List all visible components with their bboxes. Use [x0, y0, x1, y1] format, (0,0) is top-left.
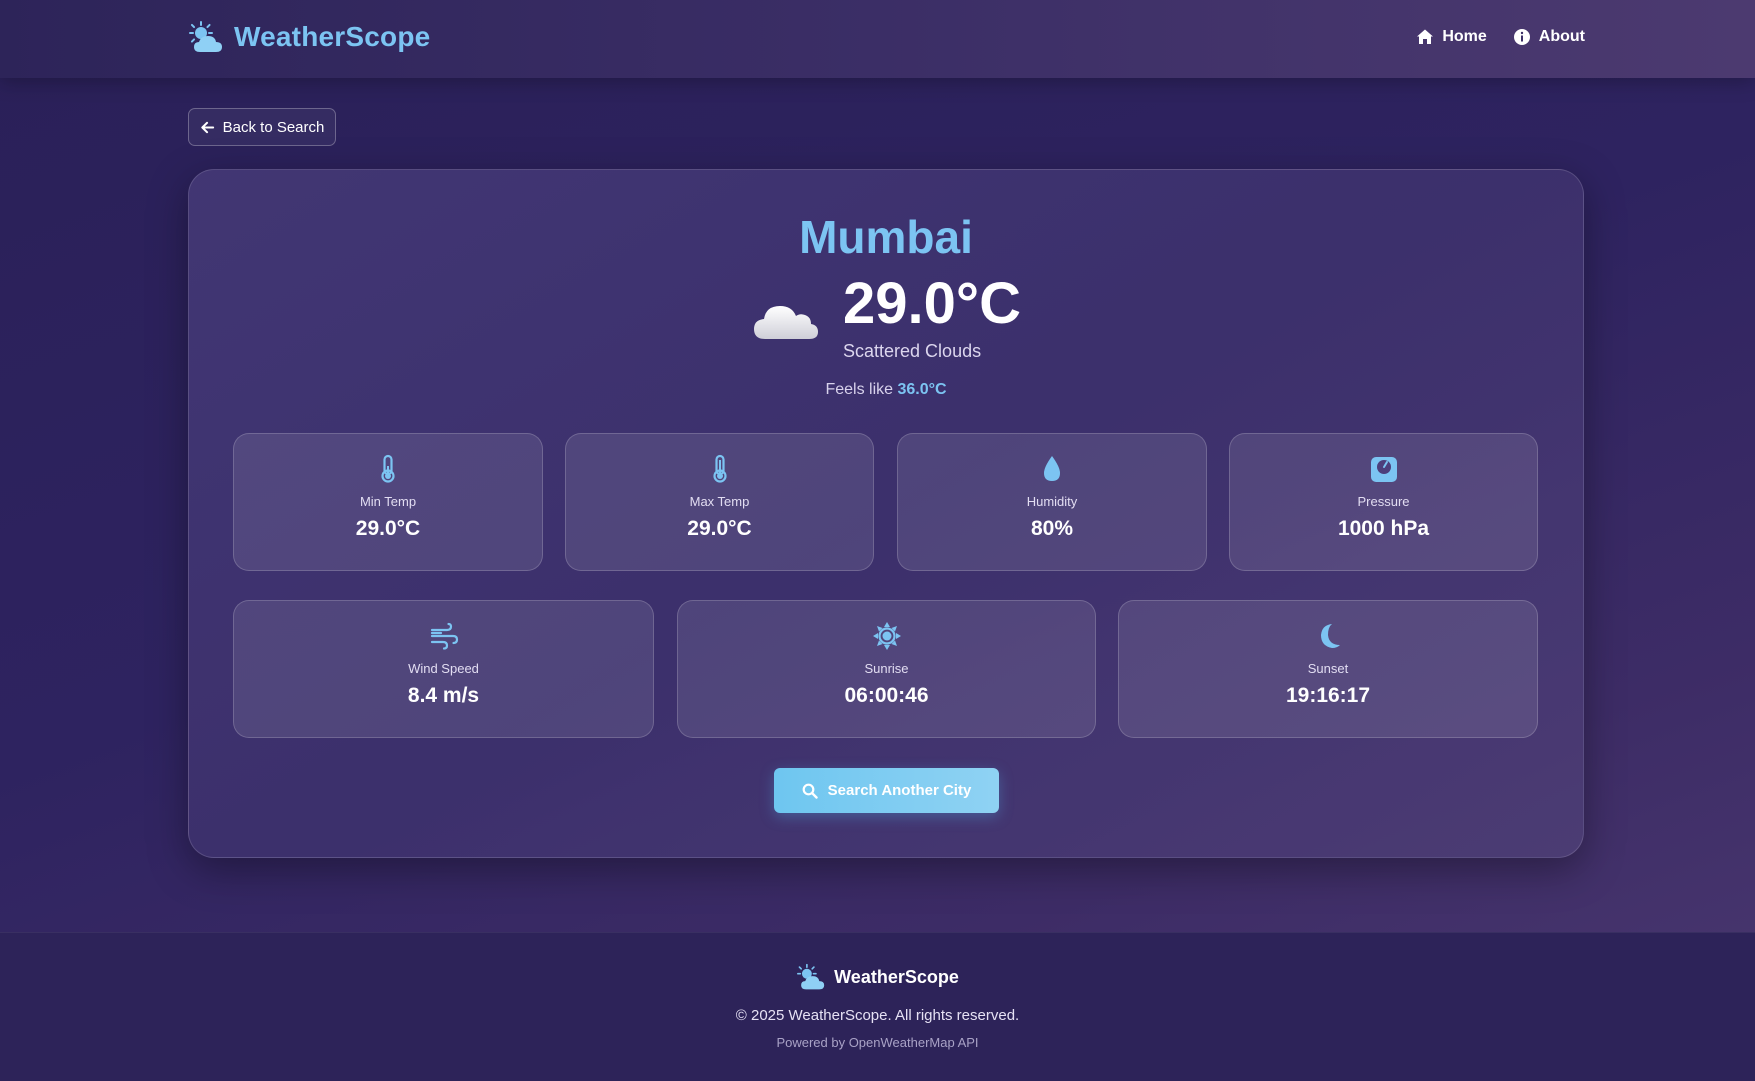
stat-card-sunset: Sunset 19:16:17	[1118, 600, 1538, 738]
footer-brand: WeatherScope	[0, 963, 1755, 991]
sun-cloud-icon	[189, 21, 222, 52]
brand-name: WeatherScope	[234, 21, 431, 52]
temperature-row: 29.0°C Scattered Clouds	[189, 275, 1583, 362]
footer-brand-name: WeatherScope	[834, 966, 959, 987]
nav-home-link[interactable]: Home	[1416, 28, 1487, 46]
stat-card-sunrise: Sunrise 06:00:46	[677, 600, 1096, 738]
stat-value: 80%	[1030, 517, 1074, 540]
stat-card-humidity: Humidity 80%	[897, 433, 1207, 571]
navbar: WeatherScope Home About	[0, 0, 1755, 78]
weather-card: Mumbai 29.0°C Scattered Clouds Feels lik…	[188, 169, 1584, 858]
stat-label: Max Temp	[689, 494, 750, 509]
brand-logo[interactable]: WeatherScope	[188, 20, 430, 54]
stat-value: 29.0°C	[687, 517, 752, 540]
feels-like-label: Feels like	[825, 381, 894, 398]
stat-label: Sunrise	[864, 661, 909, 676]
feels-like-value: 36.0°C	[897, 381, 947, 398]
city-name: Mumbai	[799, 211, 973, 263]
back-to-search-label: Back to Search	[222, 118, 325, 136]
stat-label: Humidity	[1026, 494, 1078, 509]
temperature-block: 29.0°C Scattered Clouds	[843, 275, 1021, 362]
stat-card-pressure: Pressure 1000 hPa	[1229, 433, 1538, 571]
nav-links: Home About	[1416, 28, 1585, 46]
feels-like: Feels like 36.0°C	[189, 381, 1583, 399]
gauge-icon	[1370, 457, 1397, 482]
stat-value: 29.0°C	[355, 517, 421, 540]
thermometer-icon	[381, 454, 395, 483]
powered-by-text: Powered by OpenWeatherMap API	[776, 1035, 979, 1050]
stat-value: 06:00:46	[844, 684, 929, 707]
copyright-text: © 2025 WeatherScope. All rights reserved…	[735, 1007, 1020, 1024]
stat-value: 8.4 m/s	[407, 684, 480, 707]
droplet-icon	[1044, 456, 1060, 481]
search-icon	[802, 783, 818, 799]
nav-about-label: About	[1538, 28, 1585, 45]
stat-card-wind-speed: Wind Speed 8.4 m/s	[233, 600, 654, 738]
cloud-icon	[754, 306, 819, 339]
footer: WeatherScope © 2025 WeatherScope. All ri…	[0, 932, 1755, 1081]
weather-description: Scattered Clouds	[843, 341, 982, 361]
sun-icon	[872, 622, 901, 650]
stat-label: Sunset	[1307, 661, 1349, 676]
nav-about-link[interactable]: About	[1513, 28, 1585, 46]
stat-value: 19:16:17	[1285, 684, 1371, 707]
home-icon	[1417, 29, 1434, 44]
moon-icon	[1321, 624, 1340, 648]
stat-label: Min Temp	[359, 494, 417, 509]
current-temperature: 29.0°C	[843, 271, 1021, 336]
stat-value: 1000 hPa	[1337, 517, 1430, 540]
stat-card-max-temp: Max Temp 29.0°C	[565, 433, 874, 571]
search-another-city-label: Search Another City	[827, 782, 972, 799]
search-another-city-button[interactable]: Search Another City	[774, 768, 999, 813]
arrow-left-icon	[200, 121, 214, 133]
back-to-search-button[interactable]: Back to Search	[188, 108, 336, 146]
stat-label: Wind Speed	[408, 661, 479, 676]
thermometer-icon	[712, 454, 727, 483]
sun-cloud-icon	[797, 963, 825, 990]
stat-card-min-temp: Min Temp 29.0°C	[233, 433, 543, 571]
nav-home-label: Home	[1442, 28, 1487, 45]
wind-icon	[430, 622, 458, 650]
info-icon	[1513, 29, 1530, 45]
stat-label: Pressure	[1357, 494, 1410, 509]
